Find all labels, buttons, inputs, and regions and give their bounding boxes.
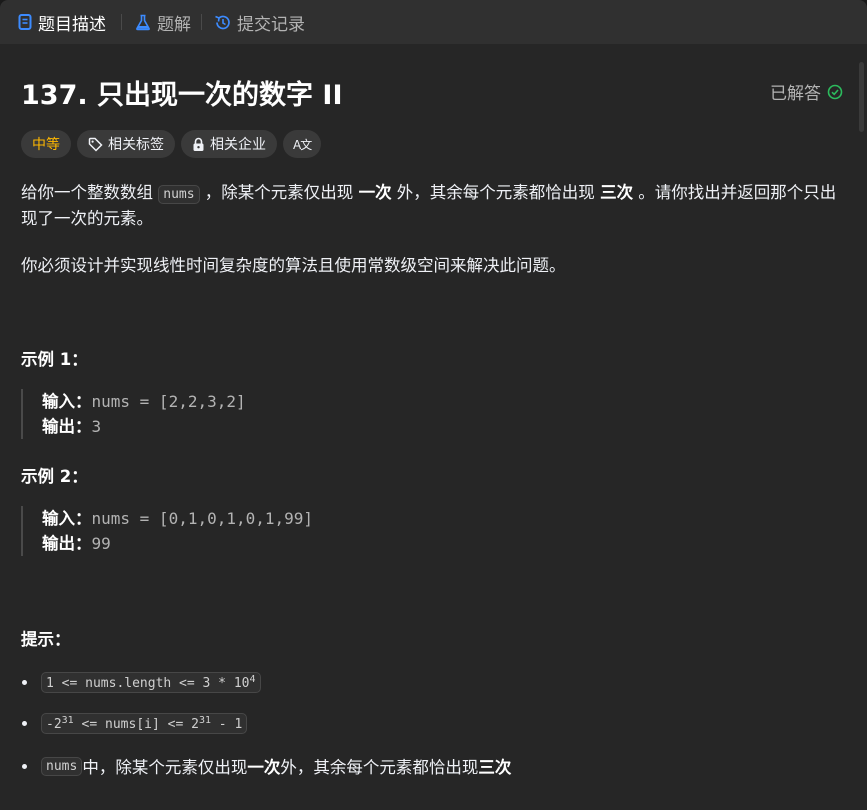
text-span: 外，其余每个元素都恰出现: [391, 183, 601, 202]
lock-icon: [193, 137, 204, 151]
bullet: [22, 763, 27, 769]
text-span: 外，其余每个元素都恰出现: [280, 758, 479, 777]
bold-text: 三次: [600, 183, 634, 202]
superscript: 31: [198, 715, 211, 726]
code-text: - 1: [210, 717, 243, 732]
constraint-item: nums 中，除某个元素仅出现 一次 外，其余每个元素都恰出现 三次: [21, 754, 511, 778]
document-icon: [18, 14, 32, 30]
example-1-heading: 示例 1：: [21, 350, 88, 369]
difficulty-label: 中等: [32, 137, 60, 153]
superscript: 31: [61, 715, 74, 726]
constraint-code: 1 <= nums.length <= 3 * 104: [41, 672, 261, 693]
tag-icon: [88, 137, 103, 152]
tab-solutions[interactable]: 题解: [135, 0, 191, 44]
bold-text: 一次: [247, 758, 281, 777]
bold-text: 三次: [478, 758, 512, 777]
flask-icon: [136, 14, 150, 30]
output-label: 输出：: [42, 417, 92, 436]
code-text: -2: [46, 717, 62, 732]
bullet: [22, 721, 27, 726]
related-companies-label: 相关企业: [210, 137, 266, 153]
description-paragraph-2: 你必须设计并实现线性时间复杂度的算法且使用常数级空间来解决此问题。: [21, 256, 566, 275]
difficulty-badge: 中等: [21, 130, 71, 158]
history-icon: [215, 15, 230, 29]
inline-code: nums: [41, 756, 83, 776]
example-input: nums = [0,1,0,1,0,1,99]: [91, 509, 314, 528]
example-2-heading: 示例 2：: [21, 467, 88, 486]
text-span: 给你一个整数数组: [21, 183, 159, 202]
tab-divider: [121, 14, 122, 30]
tab-submissions-label: 提交记录: [237, 14, 305, 35]
tab-divider: [201, 14, 202, 30]
tab-description[interactable]: 题目描述: [18, 0, 106, 44]
text-span: 中，除某个元素仅出现: [82, 758, 248, 777]
text-span: ，除某个元素仅出现: [199, 183, 359, 202]
description-paragraph-1: 给你一个整数数组 nums ，除某个元素仅出现 一次 外，其余每个元素都恰出现 …: [21, 181, 841, 231]
problem-description-panel: 137. 只出现一次的数字 II 已解答 中等 相关标签 相关企业 A文 给你一…: [0, 44, 867, 810]
constraint-code: -231 <= nums[i] <= 231 - 1: [41, 713, 248, 734]
inline-code: nums: [158, 185, 200, 204]
example-output: 99: [91, 534, 111, 553]
badge-row: 中等 相关标签 相关企业 A文: [21, 130, 322, 158]
related-companies-button[interactable]: 相关企业: [181, 130, 277, 158]
constraint-item: -231 <= nums[i] <= 231 - 1: [21, 713, 248, 734]
translate-icon: A文: [293, 137, 312, 152]
constraints-heading: 提示：: [21, 630, 71, 649]
output-label: 输出：: [42, 534, 92, 553]
code-text: <= nums[i] <= 2: [73, 717, 199, 732]
translate-button[interactable]: A文: [283, 130, 322, 158]
scrollbar[interactable]: [859, 62, 864, 132]
example-output: 3: [91, 417, 102, 436]
problem-title: 137. 只出现一次的数字 II: [21, 80, 343, 111]
tab-bar: 题目描述 题解 提交记录: [0, 0, 867, 44]
tab-description-label: 题目描述: [38, 14, 106, 35]
code-text: 1 <= nums.length <= 3 * 10: [46, 676, 250, 691]
constraint-item: 1 <= nums.length <= 3 * 104: [21, 672, 261, 693]
related-tags-label: 相关标签: [108, 137, 164, 153]
example-2-block: 输入：nums = [0,1,0,1,0,1,99] 输出：99: [21, 506, 313, 556]
check-circle-icon: [827, 84, 843, 99]
related-tags-button[interactable]: 相关标签: [77, 130, 175, 158]
bullet: [22, 680, 27, 685]
superscript: 4: [249, 674, 256, 685]
solved-status: 已解答: [770, 79, 843, 104]
tab-submissions[interactable]: 提交记录: [214, 0, 305, 44]
solved-label: 已解答: [770, 84, 821, 104]
example-input: nums = [2,2,3,2]: [91, 392, 246, 411]
example-1-block: 输入：nums = [2,2,3,2] 输出：3: [21, 389, 246, 439]
input-label: 输入：: [42, 392, 92, 411]
bold-text: 一次: [358, 183, 392, 202]
tab-solutions-label: 题解: [157, 14, 191, 35]
input-label: 输入：: [42, 509, 92, 528]
